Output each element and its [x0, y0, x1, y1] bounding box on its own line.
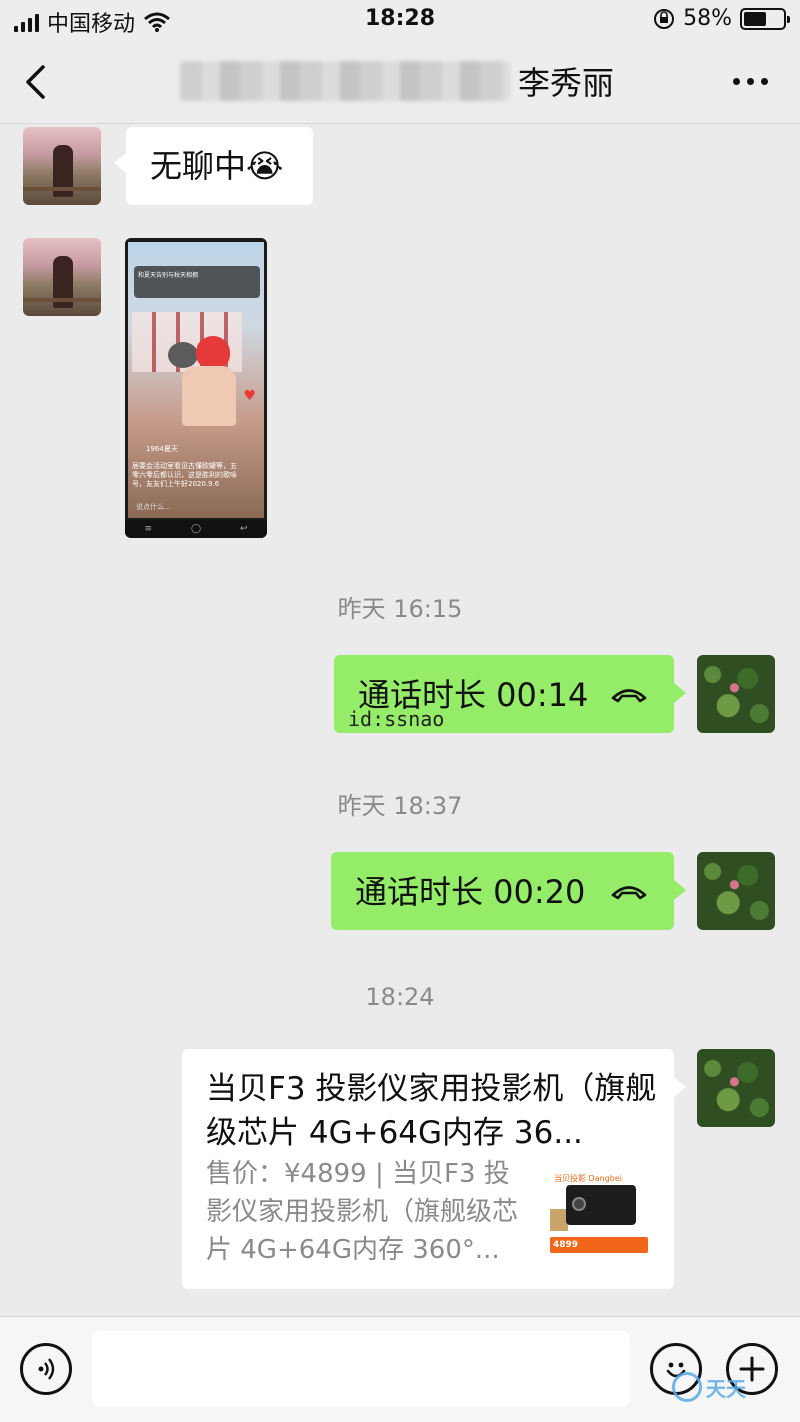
outgoing-call-bubble[interactable]: 通话时长 00:14 id:ssnao: [334, 655, 686, 733]
timestamp: 18:24: [365, 983, 435, 1011]
card-description: 售价：¥4899 | 当贝F3 投影仪家用投影机（旗舰级芯片 4G+64G内存 …: [206, 1159, 519, 1265]
timestamp: 昨天 16:15: [337, 595, 463, 623]
input-bar: [0, 1316, 800, 1422]
message-input[interactable]: [92, 1331, 630, 1407]
logo-circle-icon: [672, 1372, 702, 1402]
battery-icon: [740, 7, 790, 30]
projector-lens: [572, 1197, 586, 1211]
dot-icon: [733, 78, 740, 85]
outgoing-call-bubble[interactable]: 通话时长 00:20: [331, 852, 686, 930]
back-button[interactable]: [24, 60, 64, 104]
timestamp: 昨天 18:37: [337, 792, 463, 820]
nav-bar: 李秀丽: [0, 40, 800, 124]
card-thumbnail: 当贝投影 Dangbei 4899: [548, 1157, 652, 1261]
thumb-header: 和夏天告别与秋天相拥: [134, 266, 260, 298]
thumb-navbar: ≡ ◯ ↩: [125, 520, 267, 538]
card-title: 当贝F3 投影仪家用投影机（旗舰级芯片 4G+64G内存 36...: [206, 1071, 657, 1151]
home-icon: ◯: [190, 524, 202, 534]
chat-title-name: 李秀丽: [518, 64, 615, 102]
watermark-text: id:ssnao: [348, 707, 445, 731]
thumb-horn: [168, 342, 198, 368]
corner-watermark-logo: 天天: [672, 1372, 746, 1402]
thumb-comment-hint: 说点什么...: [136, 503, 171, 511]
thumb-user: 1964夏天: [146, 445, 178, 453]
status-right: 58%: [653, 6, 790, 31]
voice-icon: [38, 1358, 55, 1380]
card-price-strip: 4899: [550, 1237, 648, 1253]
phone-hangup-icon: [611, 689, 647, 703]
message-text: 无聊中😭: [150, 147, 284, 185]
chat-title: 李秀丽: [180, 58, 614, 104]
peer-avatar[interactable]: [23, 127, 101, 205]
thumb-person-body: [182, 366, 236, 426]
thumb-caption: 居委会活动室看见古懂欧罐等，五零六零后都认识，这是胜利的歌咏号，友友们上午好20…: [132, 462, 237, 488]
call-duration-text: 通话时长 00:20: [355, 873, 586, 911]
chevron-left-icon: [26, 65, 45, 99]
logo-text: 天天: [706, 1376, 746, 1401]
dot-icon: [761, 78, 768, 85]
rotation-lock-icon: [654, 8, 675, 29]
incoming-image-message[interactable]: 和夏天告别与秋天相拥 ♥ 1964夏天 居委会活动室看见古懂欧罐等，五零六零后都…: [125, 238, 267, 538]
thumb-person-hair: [196, 336, 230, 368]
product-link-card[interactable]: 当贝F3 投影仪家用投影机（旗舰级芯片 4G+64G内存 36... 售价：¥4…: [182, 1049, 686, 1289]
heart-icon: ♥: [243, 388, 256, 404]
chat-area[interactable]: 无聊中😭 和夏天告别与秋天相拥 ♥ 1964夏天 居委会活动室看见古懂欧罐等，五…: [0, 125, 800, 1315]
back-icon: ↩: [239, 524, 248, 534]
menu-icon: ≡: [144, 524, 153, 534]
peer-avatar[interactable]: [23, 238, 101, 316]
card-price: 4899: [553, 1240, 579, 1250]
voice-input-button[interactable]: [20, 1343, 72, 1395]
dot-icon: [747, 78, 754, 85]
thumb-screen: 和夏天告别与秋天相拥 ♥ 1964夏天 居委会活动室看见古懂欧罐等，五零六零后都…: [128, 242, 264, 518]
more-options-button[interactable]: [733, 78, 768, 85]
battery-percent: 58%: [683, 6, 732, 31]
my-avatar[interactable]: [697, 852, 775, 930]
thumb-header-text: 和夏天告别与秋天相拥: [138, 272, 199, 279]
my-avatar[interactable]: [697, 655, 775, 733]
phone-hangup-icon: [611, 886, 647, 900]
redacted-name-blur: [180, 61, 510, 101]
status-bar: 中国移动 18:28 58%: [0, 0, 800, 40]
battery-fill: [744, 11, 767, 26]
my-avatar[interactable]: [697, 1049, 775, 1127]
incoming-text-bubble[interactable]: 无聊中😭: [114, 127, 313, 205]
